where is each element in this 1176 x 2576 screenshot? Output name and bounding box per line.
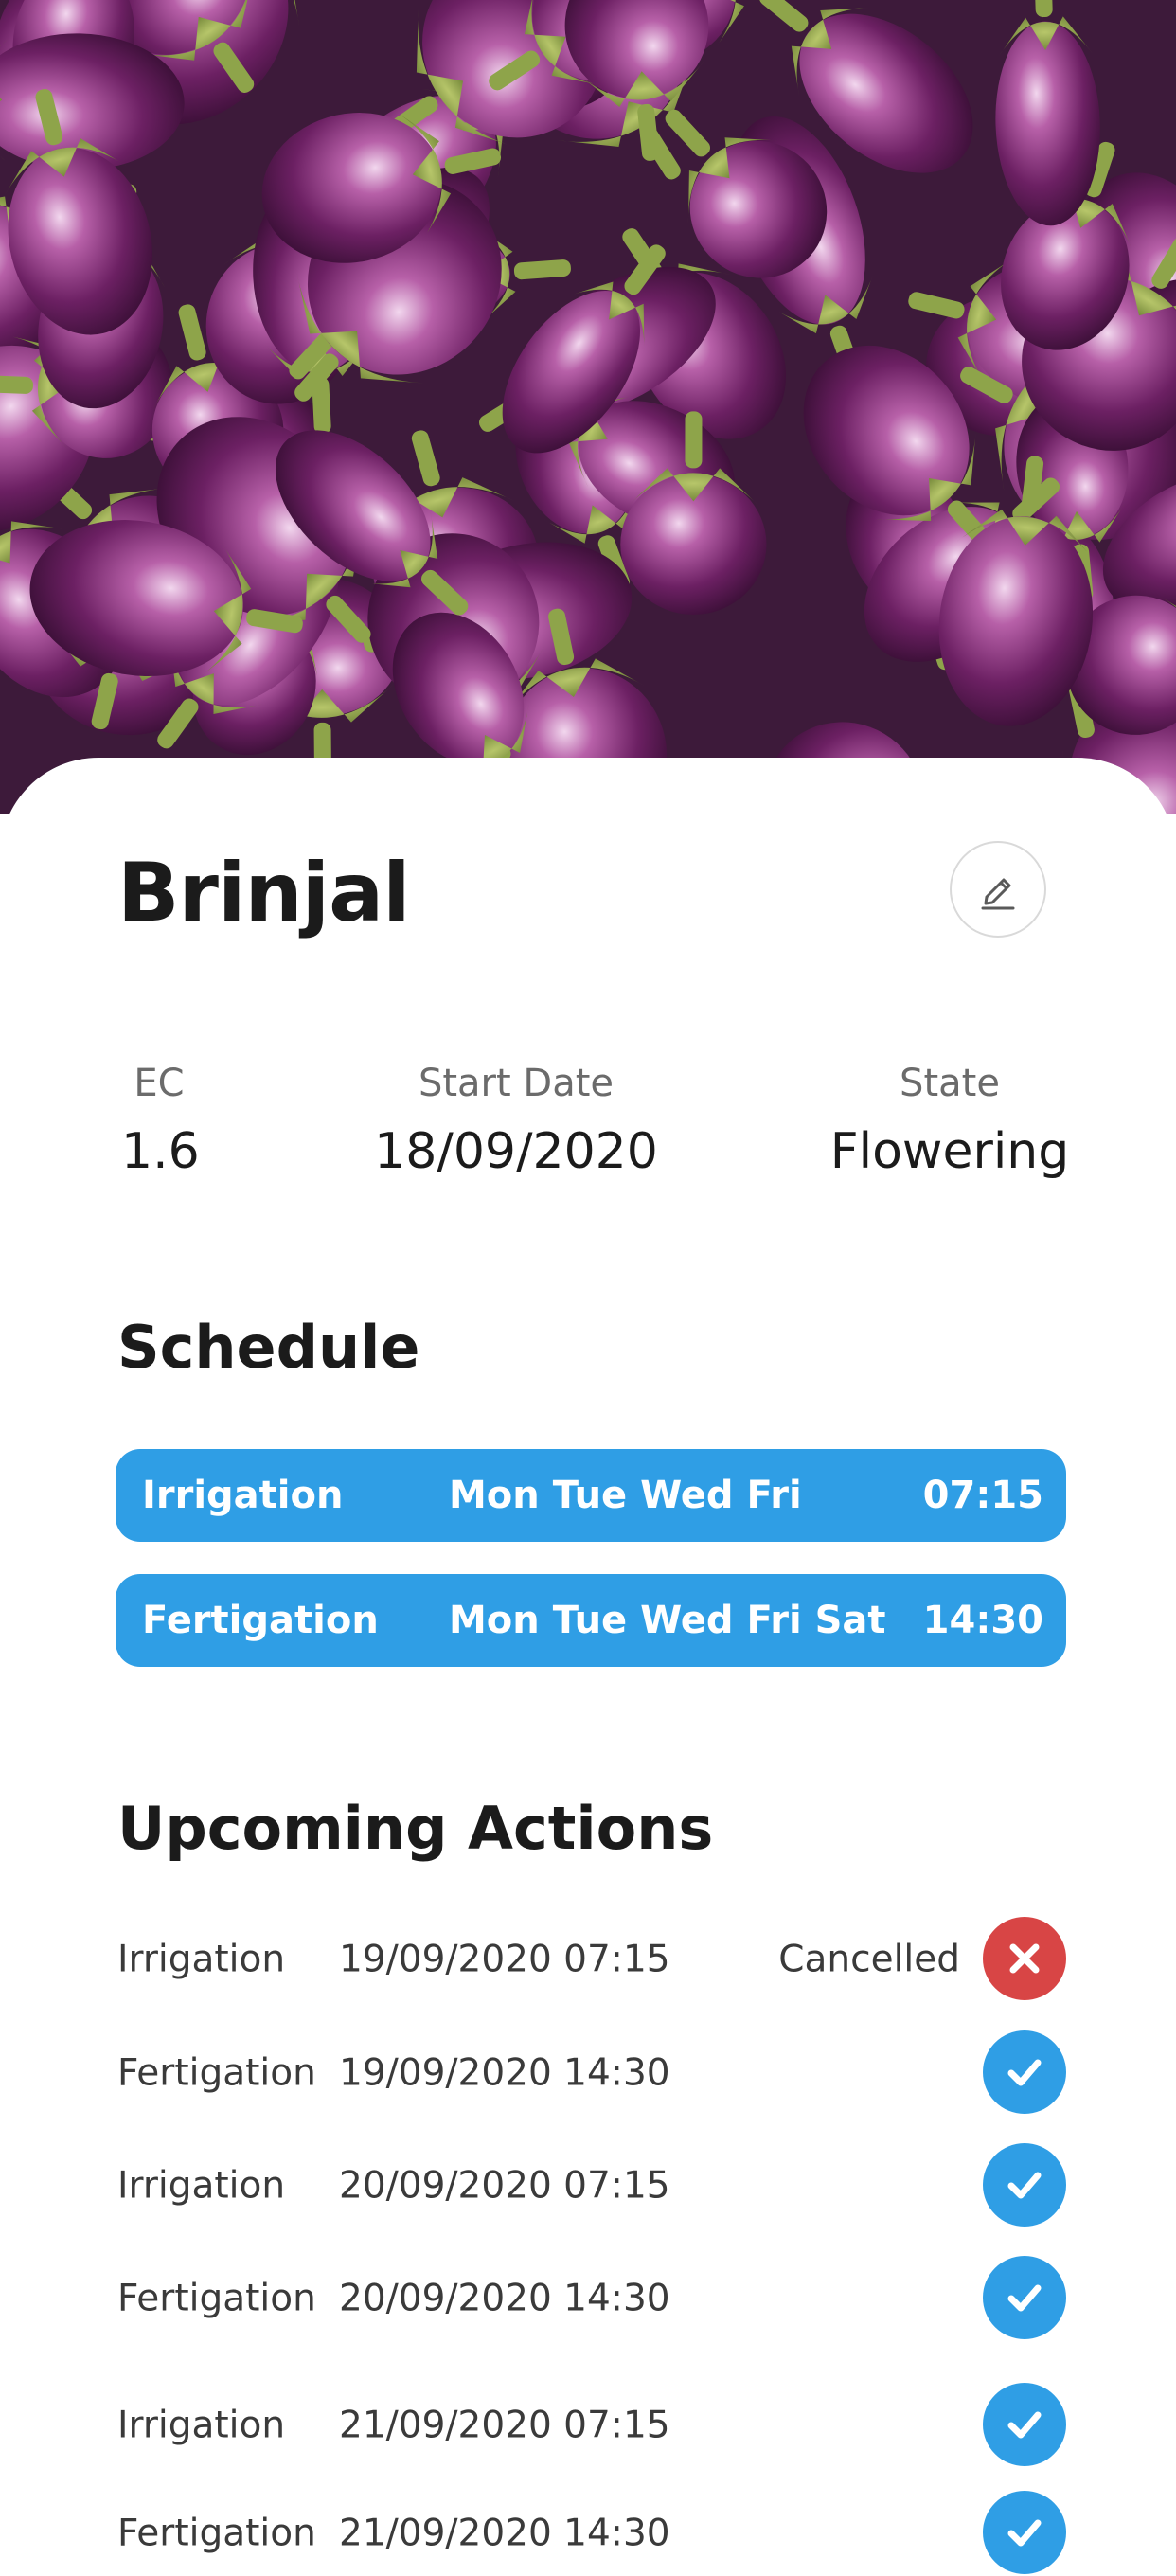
ec-label: EC [134,1062,185,1105]
state-stat: State Flowering [822,1064,1078,1176]
check-icon [1007,2172,1042,2199]
schedule-type: Fertigation [142,1599,379,1642]
action-row: Irrigation 20/09/2020 07:15 [0,2143,1176,2228]
start-date-value: 18/09/2020 [374,1123,658,1180]
pencil-icon [981,878,1015,910]
action-datetime: 19/09/2020 07:15 [339,1938,670,1981]
action-datetime: 20/09/2020 07:15 [339,2164,670,2208]
action-row: Fertigation 20/09/2020 14:30 [0,2256,1176,2341]
confirm-action-button[interactable] [983,2030,1066,2114]
schedule-type: Irrigation [142,1474,344,1517]
close-icon [1009,1943,1040,1974]
confirm-action-button[interactable] [983,2143,1066,2227]
action-datetime: 21/09/2020 14:30 [339,2512,670,2555]
action-type: Irrigation [117,2404,286,2447]
action-type: Fertigation [117,2277,316,2320]
edit-button[interactable] [950,841,1046,938]
action-datetime: 20/09/2020 14:30 [339,2277,670,2320]
brinjal-photo [0,0,1176,814]
hero-image [0,0,1176,814]
check-icon [1007,2411,1042,2439]
cancel-action-button[interactable] [983,1917,1066,2000]
action-row: Irrigation 21/09/2020 07:15 [0,2383,1176,2468]
schedule-time: 14:30 [922,1599,1043,1642]
schedule-item-fertigation[interactable]: Fertigation Mon Tue Wed Fri Sat 14:30 [116,1574,1066,1667]
schedule-days: Mon Tue Wed Fri Sat [449,1599,886,1642]
action-type: Irrigation [117,2164,286,2208]
action-row: Irrigation 19/09/2020 07:15 Cancelled [0,1917,1176,2002]
action-datetime: 19/09/2020 14:30 [339,2051,670,2095]
ec-stat: EC 1.6 [121,1062,200,1180]
action-row: Fertigation 19/09/2020 14:30 [0,2030,1176,2116]
check-icon [1007,2059,1042,2086]
confirm-action-button[interactable] [983,2491,1066,2574]
state-value: Flowering [829,1123,1070,1180]
schedule-item-irrigation[interactable]: Irrigation Mon Tue Wed Fri 07:15 [116,1449,1066,1542]
ec-value: 1.6 [121,1123,200,1180]
start-date-stat: Start Date 18/09/2020 [369,1064,663,1176]
schedule-days: Mon Tue Wed Fri [449,1474,802,1517]
action-row: Fertigation 21/09/2020 14:30 [0,2491,1176,2576]
action-type: Fertigation [117,2051,316,2095]
action-type: Irrigation [117,1938,286,1981]
crop-title: Brinjal [117,846,411,940]
schedule-title: Schedule [117,1313,420,1382]
confirm-action-button[interactable] [983,2256,1066,2339]
action-datetime: 21/09/2020 07:15 [339,2404,670,2447]
upcoming-actions-title: Upcoming Actions [117,1794,714,1863]
check-icon [1007,2284,1042,2312]
confirm-action-button[interactable] [983,2383,1066,2466]
check-icon [1007,2519,1042,2547]
schedule-time: 07:15 [922,1474,1043,1517]
state-label: State [900,1062,1000,1105]
action-type: Fertigation [117,2512,316,2555]
action-status: Cancelled [778,1938,960,1981]
start-date-label: Start Date [418,1062,615,1105]
